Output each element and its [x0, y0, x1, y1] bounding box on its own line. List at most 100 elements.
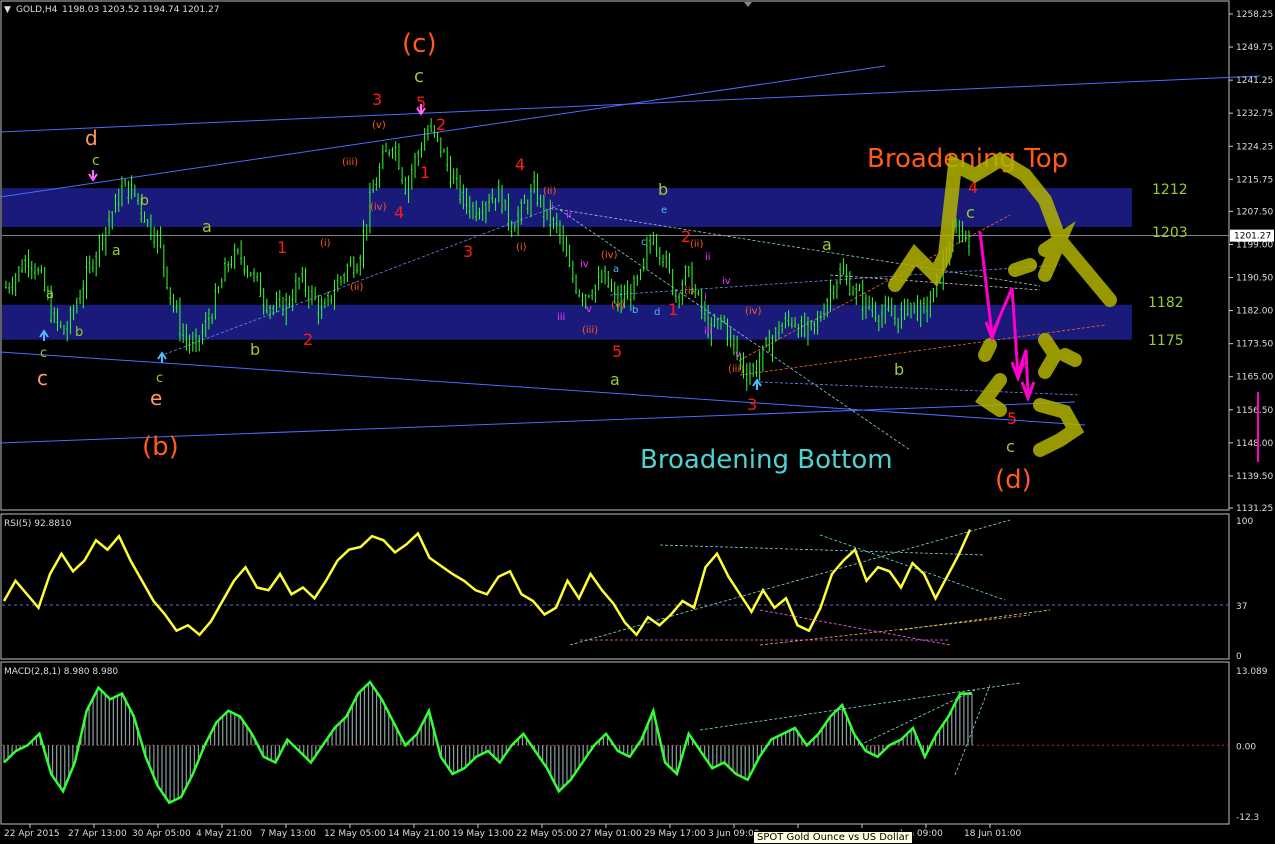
- wave-label: 3: [372, 90, 382, 109]
- wave-label-c-major: (c): [402, 29, 437, 59]
- wave-label: (iii): [342, 157, 358, 168]
- macd-tick-label: 13.089: [1236, 667, 1268, 677]
- time-tick-label: 19 May 13:00: [452, 829, 514, 839]
- wave-label: (ii): [543, 186, 556, 197]
- wave-label: ii: [705, 252, 711, 263]
- wave-label: 5: [612, 342, 622, 361]
- wave-label: d: [654, 307, 660, 318]
- wave-label: v: [735, 349, 741, 360]
- time-tick-label: 27 Apr 13:00: [68, 829, 127, 839]
- symbol-tooltip: SPOT Gold Ounce vs US Dollar: [753, 831, 913, 844]
- wave-label: iii: [704, 326, 712, 337]
- wave-label: b: [250, 340, 260, 359]
- wave-label: 2: [303, 330, 313, 349]
- wave-label: b: [894, 360, 904, 379]
- wave-label: c: [641, 237, 647, 248]
- wave-label: 4: [394, 203, 404, 222]
- time-tick-label: 14 May 21:00: [388, 829, 450, 839]
- wave-label: i: [551, 202, 554, 213]
- level-1203-label: 1203: [1152, 225, 1188, 241]
- wave-label: b: [658, 180, 668, 199]
- broadening-bottom-label: Broadening Bottom: [640, 445, 893, 475]
- wave-label: d: [85, 126, 98, 150]
- wave-label: i: [704, 292, 707, 303]
- wave-label: c: [966, 203, 975, 222]
- wave-label: 3: [463, 242, 473, 261]
- wave-label: 3: [747, 395, 757, 414]
- wave-label: c: [1006, 437, 1015, 456]
- wave-label: a: [610, 370, 620, 389]
- wave-label: b: [632, 305, 638, 316]
- wave-label: b: [75, 325, 83, 340]
- wave-label: (i): [684, 286, 695, 297]
- wave-label: (v): [611, 300, 625, 311]
- price-tick-label: 1139.50: [1236, 472, 1273, 482]
- wave-label: ii: [566, 210, 572, 221]
- trading-chart[interactable]: 100370 13.0890.00-12.3 dcbaabcc ceab123 5c…: [0, 0, 1275, 842]
- wave-label: b: [140, 193, 149, 209]
- time-tick-label: 22 May 05:00: [516, 829, 578, 839]
- wave-label: (ii): [350, 282, 363, 293]
- time-tick-label: 18 Jun 01:00: [964, 829, 1021, 839]
- wave-label: c: [156, 371, 163, 386]
- price-tick-label: 1182.00: [1236, 307, 1273, 317]
- wave-label: a: [822, 235, 832, 254]
- wave-label-b-major: (b): [142, 432, 179, 462]
- price-tick-label: 1207.50: [1236, 207, 1273, 217]
- wave-label: (ii): [690, 239, 703, 250]
- time-tick-label: 29 May 17:00: [644, 829, 706, 839]
- symbol-header: GOLD,H4: [16, 5, 58, 15]
- price-tick-label: 1224.25: [1236, 142, 1273, 152]
- wave-label: 1: [668, 300, 678, 319]
- wave-label: e: [661, 205, 667, 216]
- wave-label: a: [613, 264, 619, 275]
- ohlc-readout: 1198.03 1203.52 1194.74 1201.27: [62, 5, 219, 15]
- price-tick-label: 1232.75: [1236, 109, 1273, 119]
- time-tick-label: 22 Apr 2015: [4, 829, 60, 839]
- time-tick-label: 12 May 05:00: [324, 829, 386, 839]
- wave-label: 5: [1007, 409, 1017, 428]
- wave-label: (i): [320, 238, 331, 249]
- header-arrow[interactable]: ▼: [4, 5, 11, 15]
- price-tick-label: 1148.00: [1236, 439, 1273, 449]
- wave-label: c: [92, 153, 100, 169]
- wave-label: 1: [420, 163, 430, 182]
- time-tick-label: 4 May 21:00: [196, 829, 252, 839]
- rsi-tick-label: 37: [1236, 602, 1247, 612]
- wave-label: a: [112, 243, 121, 259]
- price-tick-label: 1190.50: [1236, 274, 1273, 284]
- wave-label: 4: [515, 155, 525, 174]
- rsi-title: RSI(5) 92.8810: [4, 519, 72, 529]
- time-tick-label: 3 Jun 09:00: [708, 829, 760, 839]
- level-1212-label: 1212: [1152, 182, 1188, 198]
- level-1182-label: 1182: [1148, 295, 1184, 311]
- price-tick-label: 1165.00: [1236, 373, 1273, 383]
- price-tick-label: 1156.50: [1236, 406, 1273, 416]
- wave-label: iv: [580, 259, 589, 270]
- wave-label: a: [46, 287, 54, 302]
- price-tick-label: 1241.25: [1236, 76, 1273, 86]
- wave-label-d-major: (d): [995, 465, 1032, 495]
- wave-label: iii: [557, 312, 565, 323]
- wave-label: e: [150, 386, 162, 410]
- wave-label: (iii): [728, 364, 744, 375]
- current-price-label: 1201.27: [1234, 232, 1271, 242]
- wave-label: (iv): [745, 306, 762, 317]
- price-tick-label: 1258.25: [1236, 10, 1273, 20]
- price-tick-label: 1173.50: [1236, 340, 1273, 350]
- wave-label: (v): [372, 120, 386, 131]
- wave-label: 2: [436, 115, 446, 134]
- macd-tick-label: -12.3: [1236, 813, 1259, 823]
- wave-label: (iv): [370, 202, 387, 213]
- time-tick-label: 27 May 01:00: [580, 829, 642, 839]
- price-tick-label: 1199.00: [1236, 240, 1273, 250]
- time-tick-label: 7 May 13:00: [260, 829, 316, 839]
- wave-label: v: [586, 304, 592, 315]
- sr-zone-1: [2, 304, 1132, 340]
- wave-label: c: [414, 66, 424, 87]
- macd-title: MACD(2,8,1) 8.980 8.980: [4, 667, 118, 677]
- rsi-tick-label: 100: [1236, 517, 1253, 527]
- level-1175-label: 1175: [1148, 333, 1184, 349]
- wave-label: a: [202, 217, 212, 236]
- wave-label: 1: [277, 238, 287, 257]
